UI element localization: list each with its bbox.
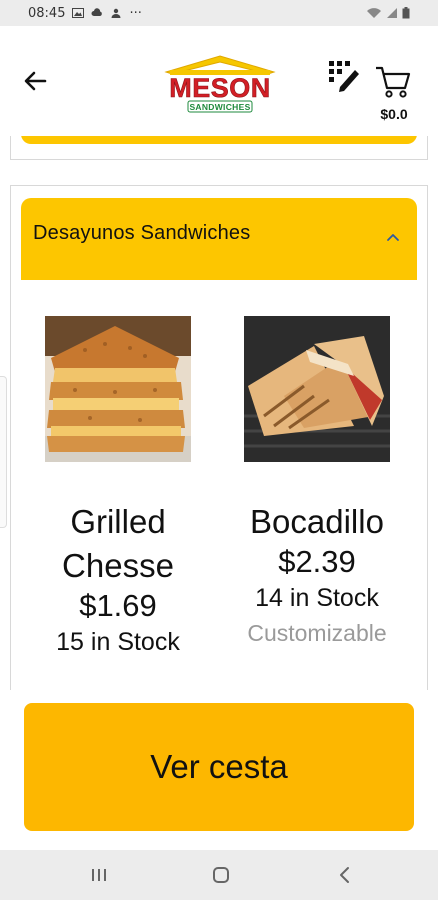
clock: 08:45 bbox=[28, 5, 66, 21]
wifi-icon bbox=[367, 8, 381, 18]
view-cart-button[interactable]: Ver cesta bbox=[24, 703, 414, 831]
product-stock: 14 in Stock bbox=[255, 584, 379, 612]
previous-section-footer bbox=[21, 136, 417, 144]
previous-section-card bbox=[10, 136, 428, 160]
shopping-cart-icon bbox=[376, 66, 411, 98]
meson-logo: MESON SANDWICHES bbox=[162, 54, 278, 118]
recents-icon bbox=[92, 869, 106, 881]
cloud-icon bbox=[91, 8, 103, 16]
collapse-button[interactable] bbox=[383, 228, 403, 248]
product-name: Grilled Chesse bbox=[62, 503, 174, 584]
battery-icon bbox=[402, 7, 410, 19]
cart-button[interactable] bbox=[374, 64, 412, 100]
home-button[interactable] bbox=[208, 862, 234, 888]
drawer-handle[interactable] bbox=[0, 376, 7, 528]
home-icon bbox=[213, 867, 229, 883]
section-header[interactable]: Desayunos Sandwiches bbox=[21, 198, 417, 280]
system-back-button[interactable] bbox=[332, 862, 358, 888]
status-bar: 08:45 ··· bbox=[0, 0, 438, 26]
product-card-bocadillo[interactable]: Bocadillo $2.39 14 in Stock Customizable bbox=[222, 316, 412, 650]
app-header: MESON SANDWICHES $0.0 bbox=[0, 26, 438, 136]
product-card-grilled-cheese[interactable]: Grilled Chesse $1.69 15 in Stock bbox=[23, 316, 213, 660]
section-title: Desayunos Sandwiches bbox=[33, 222, 251, 244]
chevron-left-icon bbox=[340, 867, 349, 883]
grilled-cheese-photo bbox=[45, 316, 191, 462]
svg-text:MESON: MESON bbox=[169, 73, 271, 103]
system-nav-bar bbox=[0, 850, 438, 900]
arrow-left-icon bbox=[24, 71, 47, 91]
image-icon bbox=[72, 8, 85, 18]
grid-pencil-icon bbox=[329, 61, 359, 92]
signal-icon bbox=[387, 8, 397, 18]
product-stock: 15 in Stock bbox=[56, 628, 180, 656]
more-indicator: ··· bbox=[129, 5, 142, 21]
section-card: Desayunos Sandwiches Grilled Chesse $1.6… bbox=[10, 185, 428, 690]
person-icon bbox=[111, 8, 121, 18]
menu-list[interactable]: Desayunos Sandwiches Grilled Chesse $1.6… bbox=[0, 136, 438, 690]
recents-button[interactable] bbox=[86, 862, 112, 888]
order-menu-button[interactable] bbox=[327, 58, 363, 94]
bocadillo-photo bbox=[244, 316, 390, 462]
chevron-up-icon bbox=[387, 234, 399, 241]
back-button[interactable] bbox=[20, 66, 50, 96]
product-name: Bocadillo bbox=[250, 503, 384, 540]
cart-total: $0.0 bbox=[380, 106, 408, 122]
bottom-bar: Ver cesta bbox=[0, 690, 438, 850]
product-price: $1.69 bbox=[79, 588, 157, 623]
svg-text:SANDWICHES: SANDWICHES bbox=[189, 102, 250, 112]
product-price: $2.39 bbox=[278, 544, 356, 579]
customizable-label: Customizable bbox=[247, 620, 387, 646]
